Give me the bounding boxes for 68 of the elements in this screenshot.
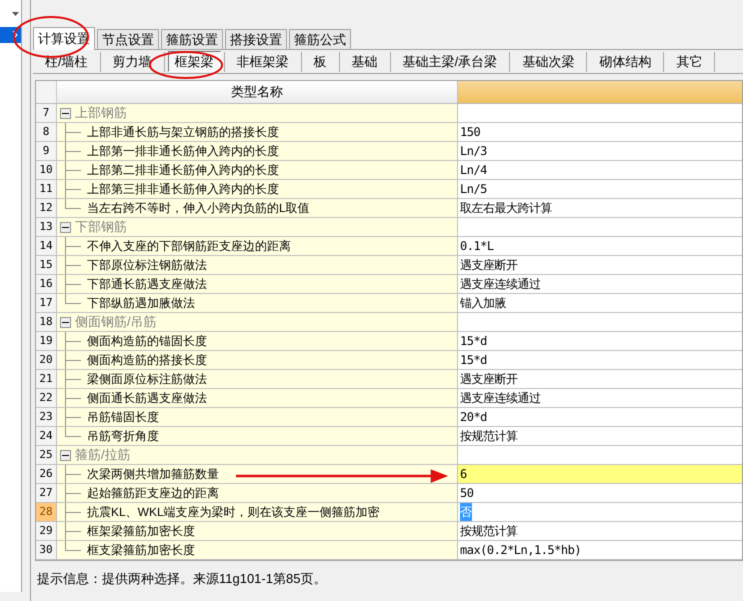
row-number: 13 [36,218,57,236]
sub-tab[interactable]: 其它 [664,51,714,72]
sub-tab[interactable]: 基础 [340,51,390,72]
row-number: 15 [36,256,57,274]
setting-name: 上部第一排非通长筋伸入跨内的长度 [87,143,279,160]
collapse-toggle[interactable] [60,222,71,232]
setting-name: 吊筋弯折角度 [87,428,159,445]
row-number: 18 [36,313,57,331]
group-label: 侧面钢筋/吊筋 [75,313,157,332]
setting-name: 框支梁箍筋加密长度 [87,542,195,559]
setting-name: 下部原位标注钢筋做法 [87,257,207,274]
row-number: 14 [36,237,57,255]
tab[interactable]: 搭接设置 [225,29,287,49]
setting-name: 下部纵筋遇加腋做法 [87,295,195,312]
value-cell[interactable]: 6 [458,465,742,483]
row-number: 19 [36,332,57,350]
collapse-toggle[interactable] [60,108,71,118]
group-label: 下部钢筋 [75,218,127,236]
group-label: 箍筋/拉筋 [75,446,131,464]
row-number: 20 [36,351,57,369]
row-number: 21 [36,370,57,388]
setting-name: 上部第三排非通长筋伸入跨内的长度 [87,181,279,198]
setting-name: 抗震KL、WKL端支座为梁时，则在该支座一侧箍筋加密 [87,504,380,521]
sub-tab[interactable]: 基础次梁 [510,51,586,72]
row-number: 16 [36,275,57,293]
row-number: 8 [36,123,57,141]
setting-name: 吊筋锚固长度 [87,409,159,426]
setting-name: 下部通长筋遇支座做法 [87,276,207,293]
row-number: 28 [36,503,57,521]
row-number: 11 [36,180,57,198]
row-number: 29 [36,522,57,540]
row-number: 17 [36,294,57,312]
sub-tab[interactable]: 基础主梁/承台梁 [390,51,510,72]
caret-icon[interactable] [12,12,19,16]
row-number: 24 [36,427,57,445]
row-number: 7 [36,104,57,122]
setting-name: 梁侧面原位标注筋做法 [87,371,207,388]
chevron-right-icon [13,31,18,39]
collapse-toggle[interactable] [60,316,71,328]
setting-name: 上部非通长筋与架立钢筋的搭接长度 [87,124,279,141]
setting-name: 侧面构造筋的搭接长度 [87,352,207,369]
sub-tab[interactable]: 非框架梁 [224,51,301,72]
setting-name: 不伸入支座的下部钢筋距支座边的距离 [87,238,291,255]
setting-name: 当左右跨不等时，伸入小跨内负筋的L取值 [87,200,310,217]
setting-name: 框架梁箍筋加密长度 [87,523,195,540]
tab[interactable]: 箍筋公式 [289,29,351,49]
setting-name: 次梁两侧共增加箍筋数量 [87,466,219,483]
setting-name: 侧面构造筋的锚固长度 [87,333,207,350]
collapse-toggle[interactable] [60,450,71,460]
sub-tab[interactable]: 板 [302,51,339,72]
tab[interactable]: 节点设置 [97,29,159,49]
row-number: 26 [36,465,57,483]
row-number: 30 [36,541,57,559]
group-label: 上部钢筋 [75,104,127,122]
sub-tab[interactable]: 砌体结构 [587,51,664,72]
column-header: 类型名称 [57,81,458,103]
setting-name: 侧面通长筋遇支座做法 [87,390,207,407]
setting-name: 上部第二排非通长筋伸入跨内的长度 [87,162,279,179]
row-number: 22 [36,389,57,407]
row-number: 23 [36,408,57,426]
setting-name: 起始箍筋距支座边的距离 [87,485,219,502]
row-number: 27 [36,484,57,502]
row-number: 25 [36,446,57,464]
hint-text: 提示信息：提供两种选择。来源11g101-1第85页。 [36,570,328,588]
row-number: 9 [36,142,57,160]
row-number: 10 [36,161,57,179]
row-number: 12 [36,199,57,217]
tab[interactable]: 箍筋设置 [161,29,223,49]
